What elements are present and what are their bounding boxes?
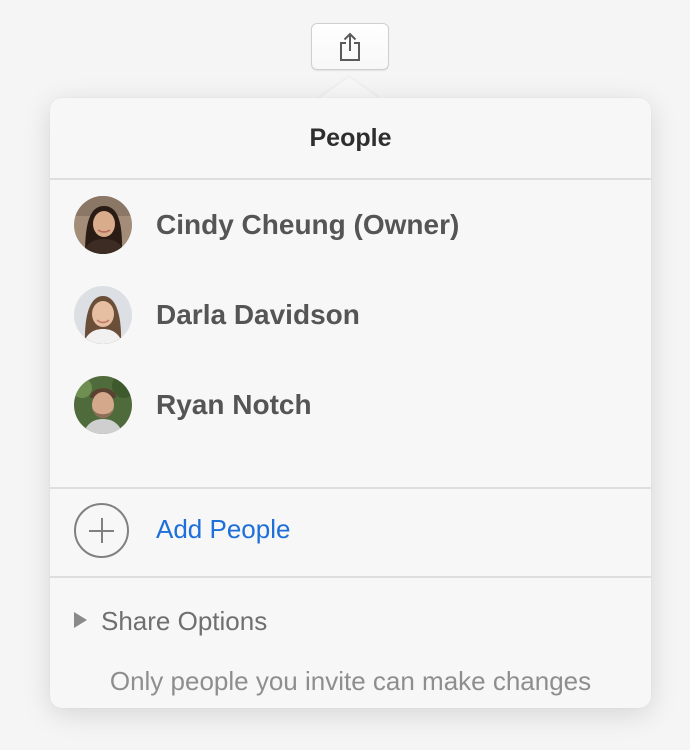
avatar	[74, 376, 132, 434]
people-popover: People Cindy Cheung (Owner) Darla Davids…	[50, 98, 651, 708]
person-name: Ryan Notch	[156, 389, 312, 420]
share-options-description: Only people you invite can make changes	[109, 666, 592, 696]
share-options-toggle[interactable]: Share Options	[50, 578, 651, 648]
popover-title: People	[309, 123, 392, 152]
plus-circle-icon	[74, 503, 129, 558]
person-row[interactable]: Cindy Cheung (Owner)	[50, 180, 651, 270]
disclosure-triangle-icon	[74, 612, 87, 628]
person-name: Cindy Cheung (Owner)	[156, 209, 460, 240]
person-row[interactable]: Ryan Notch	[50, 360, 651, 450]
person-row[interactable]: Darla Davidson	[50, 270, 651, 360]
share-button[interactable]	[311, 23, 389, 70]
avatar	[74, 286, 132, 344]
person-name: Darla Davidson	[156, 299, 360, 330]
avatar	[74, 196, 132, 254]
share-options-label: Share Options	[101, 606, 268, 636]
add-people-button[interactable]: Add People	[50, 489, 651, 576]
popover-arrow	[318, 77, 380, 99]
add-people-label: Add People	[156, 514, 291, 544]
share-icon	[338, 32, 362, 62]
